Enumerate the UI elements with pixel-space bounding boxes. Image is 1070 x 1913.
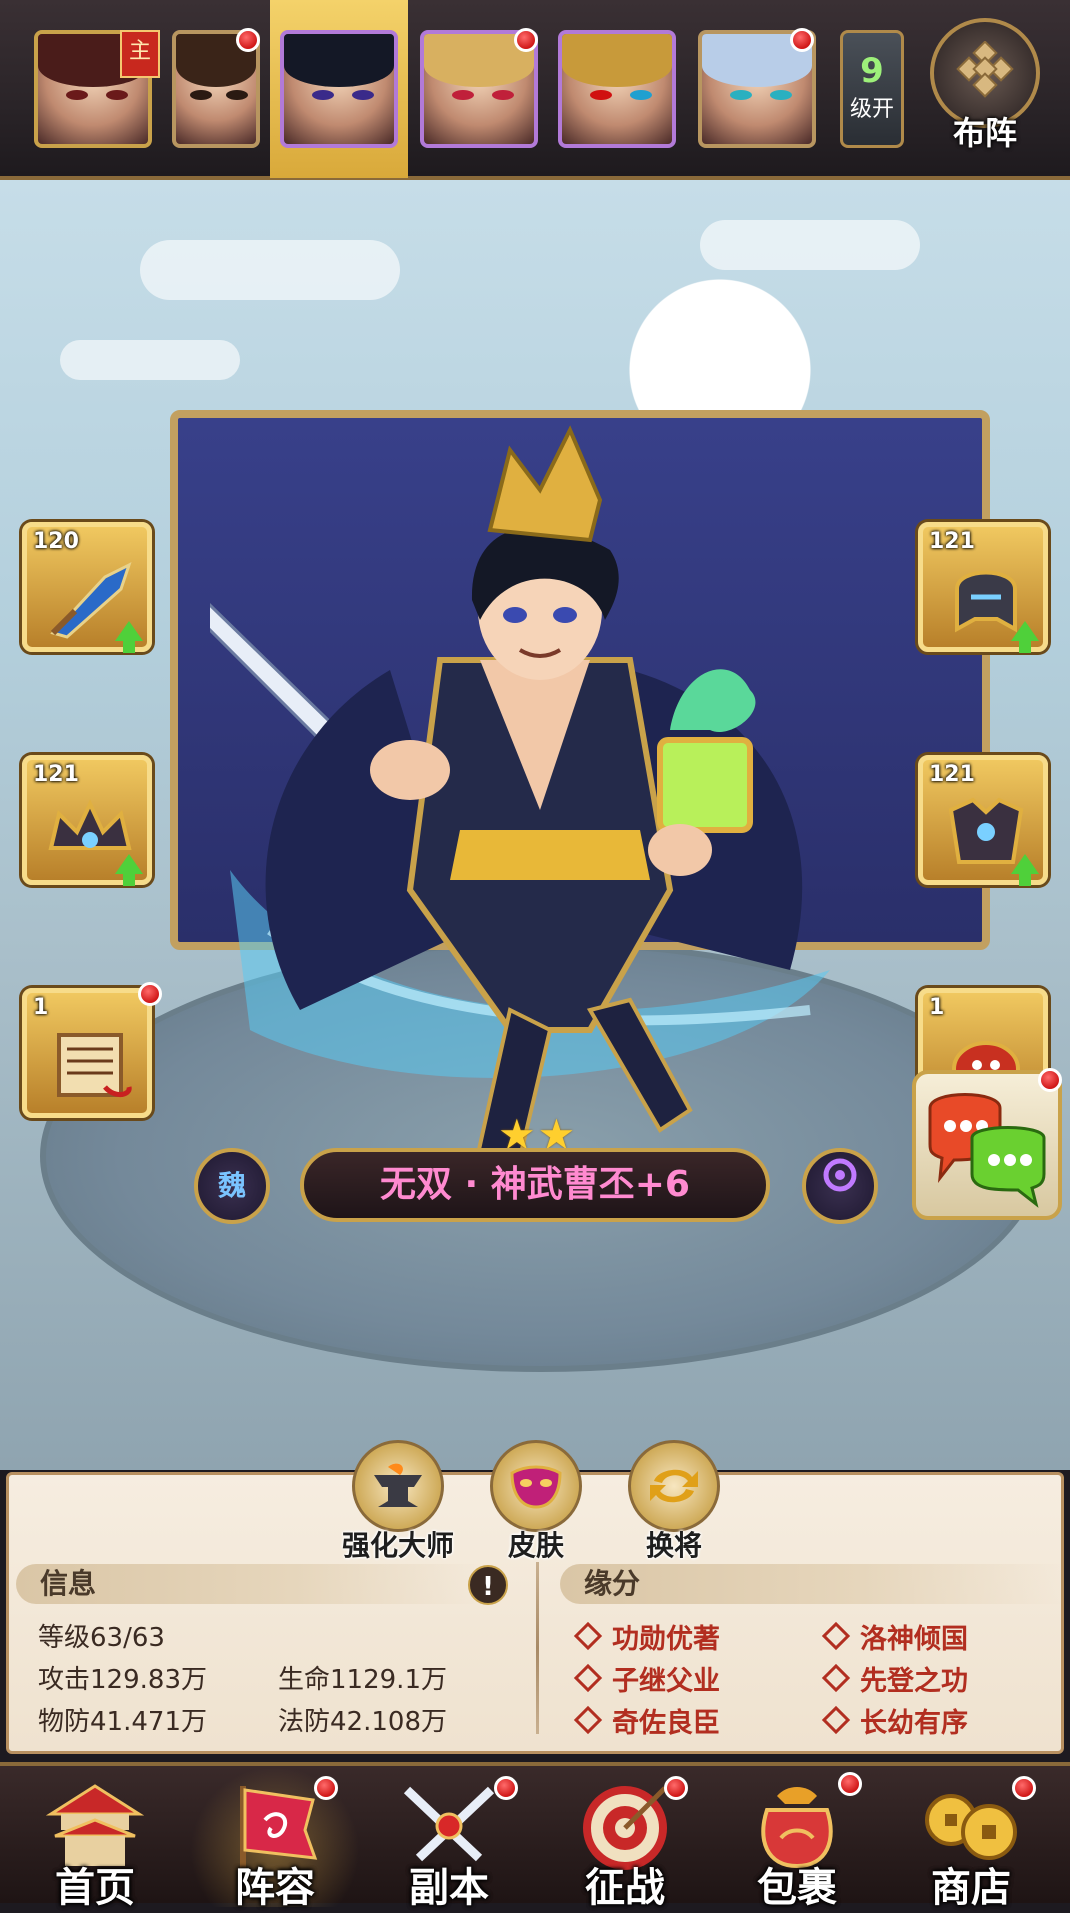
hero-roster-bar: 主 9 级开 布阵	[0, 0, 1070, 180]
stat-pdef-value: 41.471万	[90, 1707, 207, 1737]
formation-button[interactable]: 布阵	[920, 18, 1050, 158]
hero-4-notification-dot	[514, 28, 538, 52]
equip-treasure-level: 1	[33, 995, 49, 1020]
bond-item[interactable]: 洛神倾国	[826, 1617, 968, 1656]
upgrade-arrow-icon	[115, 621, 143, 653]
stat-mdef-label: 法防	[278, 1707, 331, 1737]
upgrade-arrow-icon	[115, 854, 143, 886]
bond-item[interactable]: 长幼有序	[826, 1701, 968, 1740]
bond-item[interactable]: 先登之功	[826, 1659, 968, 1698]
info-section-header: 信息	[16, 1564, 480, 1604]
skin-label: 皮肤	[507, 1529, 564, 1562]
equip-slot-headgear[interactable]: 121	[22, 755, 152, 886]
upgrade-arrow-icon	[1011, 621, 1039, 653]
swap-hero-button[interactable]: 换将	[614, 1440, 734, 1564]
enhance-master-label: 强化大师	[341, 1529, 454, 1562]
hero-portrait-5[interactable]	[558, 30, 676, 148]
chat-button[interactable]	[912, 1070, 1062, 1220]
stat-attack-label: 攻击	[38, 1665, 91, 1695]
hero-name-plate: 无双 · 神武曹丕+6	[300, 1148, 770, 1222]
equip-slot-treasure[interactable]: 1	[22, 988, 152, 1118]
enhance-master-button[interactable]: 强化大师	[338, 1440, 458, 1564]
nav-lineup-notification-dot	[314, 1776, 338, 1800]
anvil-icon	[352, 1440, 444, 1532]
equip-weapon-level: 120	[33, 529, 79, 554]
bond-item[interactable]: 功勋优著	[578, 1617, 720, 1656]
bond-item[interactable]: 奇佐良臣	[578, 1701, 720, 1740]
hero-portrait-3-selected[interactable]	[280, 30, 398, 148]
equip-helmet-level: 121	[929, 529, 975, 554]
hero-2-notification-dot	[236, 28, 260, 52]
formation-label: 布阵	[952, 114, 1017, 152]
stat-level: 等级63/63	[38, 1617, 165, 1654]
locked-slot-tile[interactable]: 9 级开	[840, 30, 904, 148]
equip-mount-level: 1	[929, 995, 945, 1020]
equip-headgear-level: 121	[33, 762, 79, 787]
nav-bag-label: 包裹	[757, 1865, 837, 1911]
unlock-level-number: 9	[860, 51, 884, 91]
treasure-notification-dot	[138, 982, 162, 1006]
stat-hp-value: 1129.1万	[330, 1665, 447, 1695]
nav-shop-label: 商店	[931, 1865, 1011, 1911]
hero-showcase-scene: 120 121 1 121 121 1	[0, 180, 1070, 1470]
faction-badge: 魏	[194, 1148, 270, 1224]
equip-slot-armor[interactable]: 121	[918, 755, 1048, 886]
upgrade-arrow-icon	[1011, 854, 1039, 886]
hero-6-notification-dot	[790, 28, 814, 52]
mask-icon	[490, 1440, 582, 1532]
hero-name: 无双 · 神武曹丕+6	[380, 1164, 690, 1205]
nav-conquest-label: 征战	[585, 1865, 665, 1911]
stat-magic-defense: 法防42.108万	[278, 1701, 447, 1738]
hero-illustration[interactable]	[210, 410, 910, 1230]
bond-item[interactable]: 子继父业	[578, 1659, 720, 1698]
equip-slot-helmet[interactable]: 121	[918, 522, 1048, 653]
purple-swirl-icon	[823, 1158, 857, 1192]
stat-mdef-value: 42.108万	[330, 1707, 447, 1737]
nav-conquest-notification-dot	[664, 1776, 688, 1800]
element-badge[interactable]	[802, 1148, 878, 1224]
nav-lineup-label: 阵容	[235, 1865, 315, 1911]
unlock-level-text: 级开	[849, 97, 894, 122]
stat-physical-defense: 物防41.471万	[38, 1701, 207, 1738]
stat-pdef-label: 物防	[38, 1707, 91, 1737]
scroll-treasure-icon	[57, 1033, 132, 1097]
nav-home-label: 首页	[55, 1865, 135, 1911]
swap-hero-label: 换将	[645, 1529, 702, 1562]
stat-level-value: 63/63	[90, 1623, 165, 1653]
stat-attack-value: 129.83万	[90, 1665, 207, 1695]
stat-attack: 攻击129.83万	[38, 1659, 207, 1696]
nav-home[interactable]: 首页	[10, 1766, 180, 1911]
stat-level-label: 等级	[38, 1623, 91, 1653]
nav-dungeon-notification-dot	[494, 1776, 518, 1800]
chat-bubbles-icon	[928, 1093, 1046, 1208]
bottom-navigation: 首页 阵容 副本 征战 包裹 商店	[0, 1762, 1070, 1911]
bonds-section-header: 缘分	[560, 1564, 1064, 1604]
equip-slot-weapon[interactable]: 120	[22, 522, 152, 653]
stat-hp-label: 生命	[278, 1665, 331, 1695]
info-detail-button[interactable]: !	[468, 1565, 508, 1605]
lord-badge: 主	[120, 30, 160, 78]
chat-notification-dot	[1038, 1068, 1062, 1092]
nav-shop-notification-dot	[1012, 1776, 1036, 1800]
nav-dungeon-label: 副本	[409, 1865, 489, 1911]
swap-icon	[628, 1440, 720, 1532]
nav-bag-notification-dot	[838, 1772, 862, 1796]
skin-button[interactable]: 皮肤	[476, 1440, 596, 1564]
equip-armor-level: 121	[929, 762, 975, 787]
panel-divider	[536, 1562, 539, 1734]
stat-hp: 生命1129.1万	[278, 1659, 447, 1696]
